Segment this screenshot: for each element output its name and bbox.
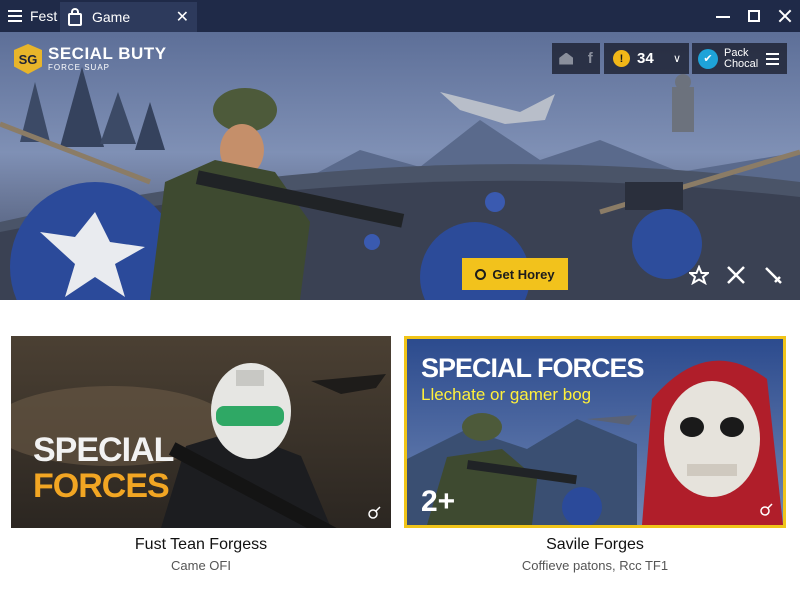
app-label: Fest [30, 8, 58, 24]
cta-label: Get Horey [492, 266, 555, 282]
home-icon[interactable] [559, 52, 574, 65]
grenade-icon [367, 506, 381, 520]
social-group: f [552, 43, 600, 74]
chevron-down-icon: ∨ [672, 53, 681, 65]
card-subtitle: Coffieve patons, Rcc TF1 [521, 558, 669, 573]
card-title: Savile Forges [546, 536, 644, 553]
hamburger-icon[interactable] [766, 52, 779, 65]
hero-banner: SG SECIAL BUTY FORCE SUAP f ! 34 ∨ ✔ Pac… [0, 32, 800, 300]
lock-icon [68, 7, 82, 26]
account-icon: ✔ [698, 48, 718, 69]
account-menu[interactable]: ✔ Pack Chocal [692, 43, 787, 74]
hero-actions [688, 264, 784, 286]
sword-icon[interactable] [762, 264, 784, 286]
minimize-icon[interactable] [716, 9, 730, 23]
coin-icon: ! [613, 50, 630, 67]
game-card-1[interactable]: SPECIAL FORCES Fust Tean Forgess Came OF… [11, 336, 391, 573]
window-close-icon[interactable] [778, 9, 792, 23]
close-icon[interactable]: ✕ [176, 7, 189, 27]
grenade-icon [759, 503, 773, 517]
game-card-2[interactable]: SPECIAL FORCES Llechate or gamer bog 2+ … [404, 336, 786, 573]
logo-badge: SG [14, 44, 42, 74]
account-line-2: Chocal [724, 57, 759, 70]
currency-dropdown[interactable]: ! 34 ∨ [604, 43, 689, 74]
logo-title: SECIAL BUTY [48, 44, 167, 63]
card-image: SPECIAL FORCES [11, 336, 391, 528]
card-overlay-title: SPECIAL FORCES [33, 431, 174, 505]
card-tagline: Llechate or gamer bog [421, 385, 592, 404]
account-line-1: Pack [724, 46, 749, 59]
menu-icon[interactable] [8, 10, 22, 22]
logo-subtitle: FORCE SUAP [48, 63, 111, 72]
age-rating-badge: 2+ [421, 485, 456, 518]
window-controls [716, 0, 792, 32]
tab-game[interactable]: Game ✕ [60, 2, 197, 32]
game-logo[interactable]: SG SECIAL BUTY FORCE SUAP [14, 44, 167, 74]
get-money-button[interactable]: Get Horey [462, 258, 568, 290]
coin-outline-icon [475, 268, 487, 280]
coin-count: 34 [637, 50, 654, 67]
card-subtitle: Came OFI [171, 558, 231, 573]
tab-label: Game [92, 9, 131, 25]
crossed-swords-icon[interactable] [725, 264, 747, 286]
maximize-icon[interactable] [748, 10, 760, 22]
card-headline: SPECIAL FORCES [421, 353, 645, 383]
star-icon[interactable] [688, 264, 710, 286]
card-image: SPECIAL FORCES Llechate or gamer bog 2+ [404, 336, 786, 528]
facebook-icon[interactable]: f [588, 50, 593, 67]
card-title: Fust Tean Forgess [134, 536, 268, 553]
title-bar: Fest Game ✕ [0, 0, 800, 32]
